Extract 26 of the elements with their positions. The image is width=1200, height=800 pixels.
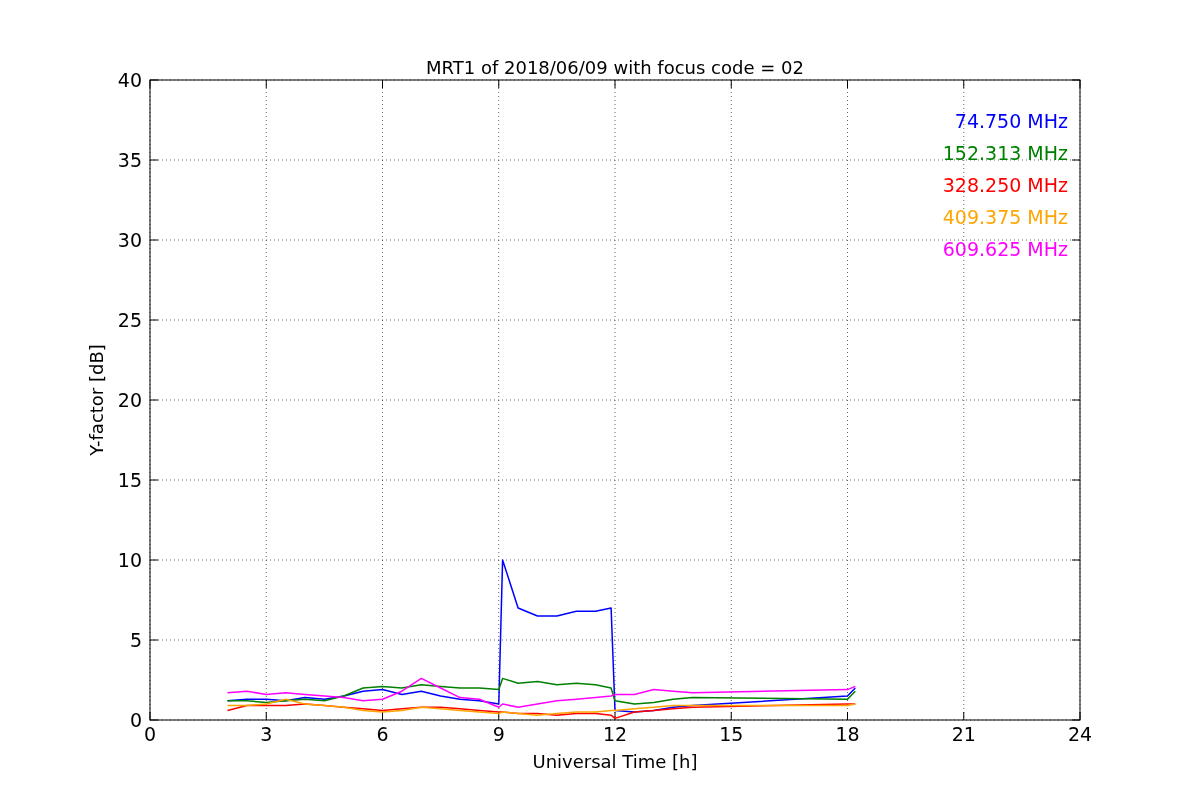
y-tick-label: 5 (129, 629, 142, 651)
legend-label: 409.375 MHz (942, 206, 1068, 228)
legend-label: 152.313 MHz (942, 142, 1068, 164)
legend-label: 609.625 MHz (942, 238, 1068, 260)
x-tick-label: 6 (376, 723, 389, 745)
x-tick-label: 9 (492, 723, 505, 745)
y-tick-label: 0 (129, 709, 142, 731)
y-axis-label: Y-factor [dB] (86, 344, 107, 456)
y-tick-label: 25 (117, 309, 142, 331)
y-tick-label: 35 (117, 149, 142, 171)
x-axis-label: Universal Time [h] (532, 751, 698, 772)
x-tick-label: 0 (143, 723, 157, 745)
y-tick-label: 20 (117, 389, 142, 411)
legend-label: 74.750 MHz (954, 110, 1068, 132)
x-tick-label: 12 (602, 723, 628, 745)
y-tick-label: 10 (117, 549, 142, 571)
x-tick-label: 24 (1067, 723, 1093, 745)
y-tick-label: 15 (117, 469, 142, 491)
x-tick-label: 15 (719, 723, 744, 745)
x-tick-label: 21 (951, 723, 976, 745)
legend-label: 328.250 MHz (942, 174, 1068, 196)
x-tick-label: 3 (260, 723, 273, 745)
y-tick-label: 30 (117, 229, 142, 251)
x-tick-label: 18 (835, 723, 860, 745)
chart-title: MRT1 of 2018/06/09 with focus code = 02 (426, 57, 804, 78)
y-tick-label: 40 (117, 69, 142, 91)
